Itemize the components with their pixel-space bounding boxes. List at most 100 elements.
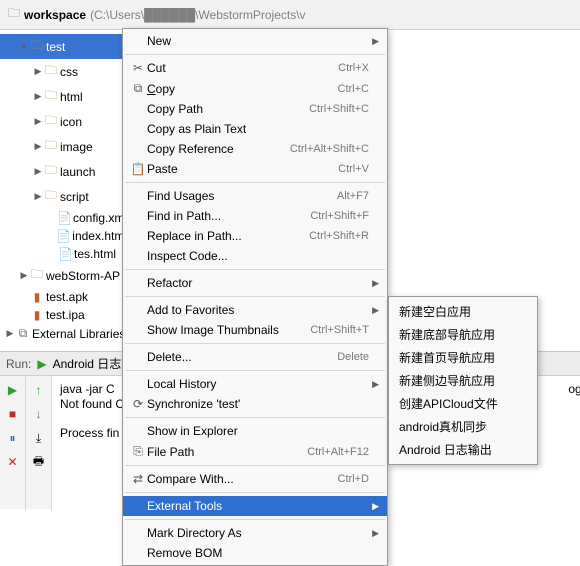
menu-separator [125,370,385,371]
tree-item[interactable]: 📄index.html [0,227,129,245]
menu-item-icon: ⟳ [129,397,147,411]
menu-separator [125,343,385,344]
menu-item[interactable]: Refactor▶ [123,273,387,293]
menu-separator [125,465,385,466]
tree-item-label: test.ipa [46,308,85,322]
down-icon[interactable]: ↓ [31,406,47,422]
submenu-arrow-icon: ▶ [369,528,379,539]
stop-button[interactable]: ■ [5,406,21,422]
tree-item[interactable]: 📄config.xml [0,209,129,227]
tree-item[interactable]: 📄tes.html [0,245,129,263]
tree-item[interactable]: ▮test.ipa [0,306,129,324]
tree-item-label: test.apk [46,290,88,304]
menu-item-icon: ⎘ [129,444,147,459]
menu-item[interactable]: Find UsagesAlt+F7 [123,186,387,206]
menu-shortcut: Ctrl+Shift+C [309,103,369,115]
menu-item[interactable]: New▶ [123,31,387,51]
menu-item-label: Copy [147,82,338,96]
submenu-item[interactable]: Android 日志输出 [389,438,537,461]
menu-item-label: Local History [147,377,369,391]
tree-item[interactable]: ▶🗀css [0,59,129,84]
menu-item-label: Inspect Code... [147,249,369,263]
submenu-item[interactable]: 新建侧边导航应用 [389,369,537,392]
tree-item[interactable]: ▶🗀html [0,84,129,109]
tree-twisty-icon[interactable]: ▶ [32,91,44,102]
external-tools-submenu: 新建空白应用新建底部导航应用新建首页导航应用新建侧边导航应用创建APICloud… [388,296,538,465]
tree-twisty-icon[interactable]: ▼ [18,42,30,52]
tree-twisty-icon[interactable]: ▶ [18,270,30,281]
tree-item-label: html [60,90,83,104]
menu-item[interactable]: Add to Favorites▶ [123,300,387,320]
menu-item[interactable]: Find in Path...Ctrl+Shift+F [123,206,387,226]
menu-item[interactable]: Show Image ThumbnailsCtrl+Shift+T [123,320,387,340]
menu-item-icon: ⇄ [129,472,147,486]
menu-item[interactable]: Copy PathCtrl+Shift+C [123,99,387,119]
tree-twisty-icon[interactable]: ▶ [32,116,44,127]
tree-item[interactable]: ▶🗀icon [0,109,129,134]
menu-item[interactable]: Replace in Path...Ctrl+Shift+R [123,226,387,246]
tree-item[interactable]: ▶🗀launch [0,159,129,184]
tree-item[interactable]: ▼🗀test [0,34,129,59]
print-icon[interactable]: 🖶 [31,454,47,470]
menu-separator [125,182,385,183]
menu-item[interactable]: ⧉CopyCtrl+C [123,78,387,99]
tree-twisty-icon[interactable]: ▶ [32,141,44,152]
file-apk-icon: ▮ [30,290,44,304]
menu-item-label: Remove BOM [147,546,369,560]
submenu-arrow-icon: ▶ [369,305,379,316]
menu-item-icon: ⧉ [129,81,147,96]
menu-item[interactable]: ✂CutCtrl+X [123,58,387,78]
menu-separator [125,417,385,418]
tree-item[interactable]: ▶⧉External Libraries [0,324,129,343]
menu-item[interactable]: External Tools▶ [123,496,387,516]
menu-item-label: Find Usages [147,189,337,203]
file-xml-icon: 📄 [57,211,71,225]
play-icon: ▶ [37,357,46,371]
tree-item-label: test [46,40,65,54]
menu-item[interactable]: ⇄Compare With...Ctrl+D [123,469,387,489]
menu-item[interactable]: Show in Explorer [123,421,387,441]
tree-item-label: css [60,65,78,79]
folder-icon: 🗀 [44,86,58,107]
menu-item[interactable]: Delete...Delete [123,347,387,367]
submenu-item[interactable]: android真机同步 [389,415,537,438]
menu-item[interactable]: Copy ReferenceCtrl+Alt+Shift+C [123,139,387,159]
menu-item[interactable]: ⟳Synchronize 'test' [123,394,387,414]
tree-twisty-icon[interactable]: ▶ [32,191,44,202]
close-button[interactable]: ✕ [5,454,21,470]
submenu-item[interactable]: 新建首页导航应用 [389,346,537,369]
menu-item-icon: ✂ [129,61,147,75]
menu-item[interactable]: 📋PasteCtrl+V [123,159,387,179]
menu-item-label: Copy as Plain Text [147,122,369,136]
menu-item[interactable]: Inspect Code... [123,246,387,266]
menu-shortcut: Delete [337,351,369,363]
tree-twisty-icon[interactable]: ▶ [32,66,44,77]
menu-item-label: Compare With... [147,472,338,486]
submenu-item[interactable]: 新建底部导航应用 [389,323,537,346]
pause-button[interactable]: ⏸ [5,430,21,446]
tree-item-label: icon [60,115,82,129]
tree-item[interactable]: ▶🗀image [0,134,129,159]
tree-item[interactable]: ▶🗀script [0,184,129,209]
menu-item[interactable]: Remove BOM [123,543,387,563]
tree-twisty-icon[interactable]: ▶ [4,328,16,339]
run-button[interactable]: ▶ [5,382,21,398]
submenu-item[interactable]: 创建APICloud文件 [389,392,537,415]
tree-item[interactable]: ▮test.apk [0,288,129,306]
tree-item-label: index.html [72,229,127,243]
menu-item[interactable]: Local History▶ [123,374,387,394]
menu-item-label: External Tools [147,499,369,513]
menu-shortcut: Ctrl+C [338,83,369,95]
breadcrumb: 🗀 workspace (C:\Users\██████\WebstormPro… [0,0,580,30]
tree-item-label: config.xml [73,211,127,225]
tree-item[interactable]: ▶🗀webStorm-AP [0,263,129,288]
run-tab-label: Run: [6,357,31,371]
submenu-item[interactable]: 新建空白应用 [389,300,537,323]
menu-item[interactable]: Copy as Plain Text [123,119,387,139]
breadcrumb-title[interactable]: workspace [24,8,86,22]
export-icon[interactable]: ⤓ [31,430,47,446]
up-icon[interactable]: ↑ [31,382,47,398]
menu-item[interactable]: Mark Directory As▶ [123,523,387,543]
tree-twisty-icon[interactable]: ▶ [32,166,44,177]
menu-item[interactable]: ⎘File PathCtrl+Alt+F12 [123,441,387,462]
